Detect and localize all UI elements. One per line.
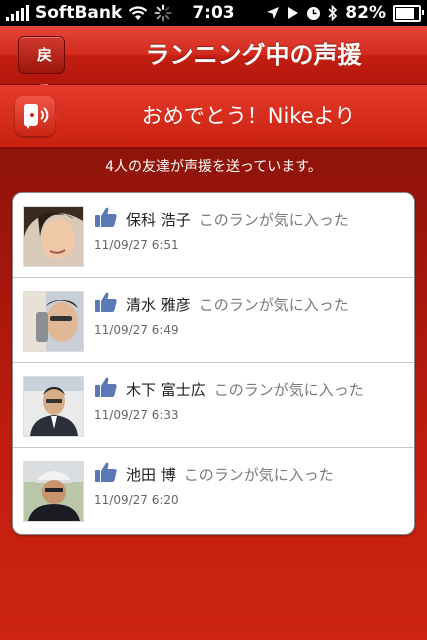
like-text: このランが気に入った bbox=[198, 296, 349, 314]
like-thumb-icon bbox=[95, 292, 117, 312]
like-thumb-icon bbox=[95, 462, 117, 482]
row-text: 木下 富士広 このランが気に入った bbox=[126, 379, 364, 400]
clock-icon bbox=[307, 6, 321, 20]
avatar bbox=[23, 461, 84, 522]
like-thumb-icon bbox=[95, 377, 117, 397]
page-title: ランニング中の声援 bbox=[145, 41, 362, 69]
cheer-timestamp: 11/09/27 6:51 bbox=[94, 238, 179, 252]
avatar bbox=[23, 206, 84, 267]
list-item[interactable]: 清水 雅彦 このランが気に入った 11/09/27 6:49 bbox=[13, 278, 414, 363]
cheer-speaker-icon bbox=[15, 96, 61, 136]
row-text: 池田 博このランが気に入った bbox=[126, 464, 334, 485]
cheer-timestamp: 11/09/27 6:49 bbox=[94, 323, 179, 337]
cheer-summary: 4人の友達が声援を送っています。 bbox=[105, 159, 322, 175]
list-item[interactable]: 木下 富士広 このランが気に入った 11/09/27 6:33 bbox=[13, 363, 414, 448]
row-text: 清水 雅彦 このランが気に入った bbox=[126, 294, 349, 315]
location-arrow-icon bbox=[267, 7, 280, 19]
like-text: このランが気に入った bbox=[213, 381, 364, 399]
friend-name: 保科 浩子 bbox=[126, 211, 191, 229]
list-item[interactable]: 保科 浩子 このランが気に入った 11/09/27 6:51 bbox=[13, 193, 414, 278]
friend-name: 清水 雅彦 bbox=[126, 296, 191, 314]
back-button[interactable]: 戻る bbox=[18, 36, 66, 100]
avatar bbox=[23, 291, 84, 352]
like-text: このランが気に入った bbox=[183, 466, 334, 484]
battery-percent: 82% bbox=[345, 3, 386, 23]
friend-list: 保科 浩子 このランが気に入った 11/09/27 6:51 清水 雅彦 このラ… bbox=[12, 192, 415, 535]
navigation-bar: 戻る ランニング中の声援 bbox=[0, 26, 427, 100]
like-thumb-icon bbox=[95, 207, 117, 227]
friend-name: 木下 富士広 bbox=[126, 381, 206, 399]
bluetooth-icon bbox=[328, 5, 338, 21]
like-text: このランが気に入った bbox=[198, 211, 349, 229]
avatar bbox=[23, 376, 84, 437]
friend-name: 池田 博 bbox=[126, 466, 176, 484]
list-item[interactable]: 池田 博このランが気に入った 11/09/27 6:20 bbox=[13, 448, 414, 533]
status-right: 82% bbox=[266, 3, 424, 23]
cheer-header: おめでとう！Nikeより bbox=[0, 85, 427, 149]
main-content: 4人の友達が声援を送っています。 保科 浩子このランが気に入った 11/09/ bbox=[0, 149, 427, 640]
cheer-title: おめでとう！Nikeより bbox=[141, 104, 356, 128]
play-icon bbox=[288, 7, 299, 19]
status-bar: SoftBank 7:03 82% bbox=[0, 0, 427, 26]
row-text: 保科 浩子 このランが気に入った bbox=[126, 209, 349, 230]
cheer-timestamp: 11/09/27 6:33 bbox=[94, 408, 179, 422]
battery-icon bbox=[393, 4, 424, 22]
cheer-timestamp: 11/09/27 6:20 bbox=[94, 493, 179, 507]
